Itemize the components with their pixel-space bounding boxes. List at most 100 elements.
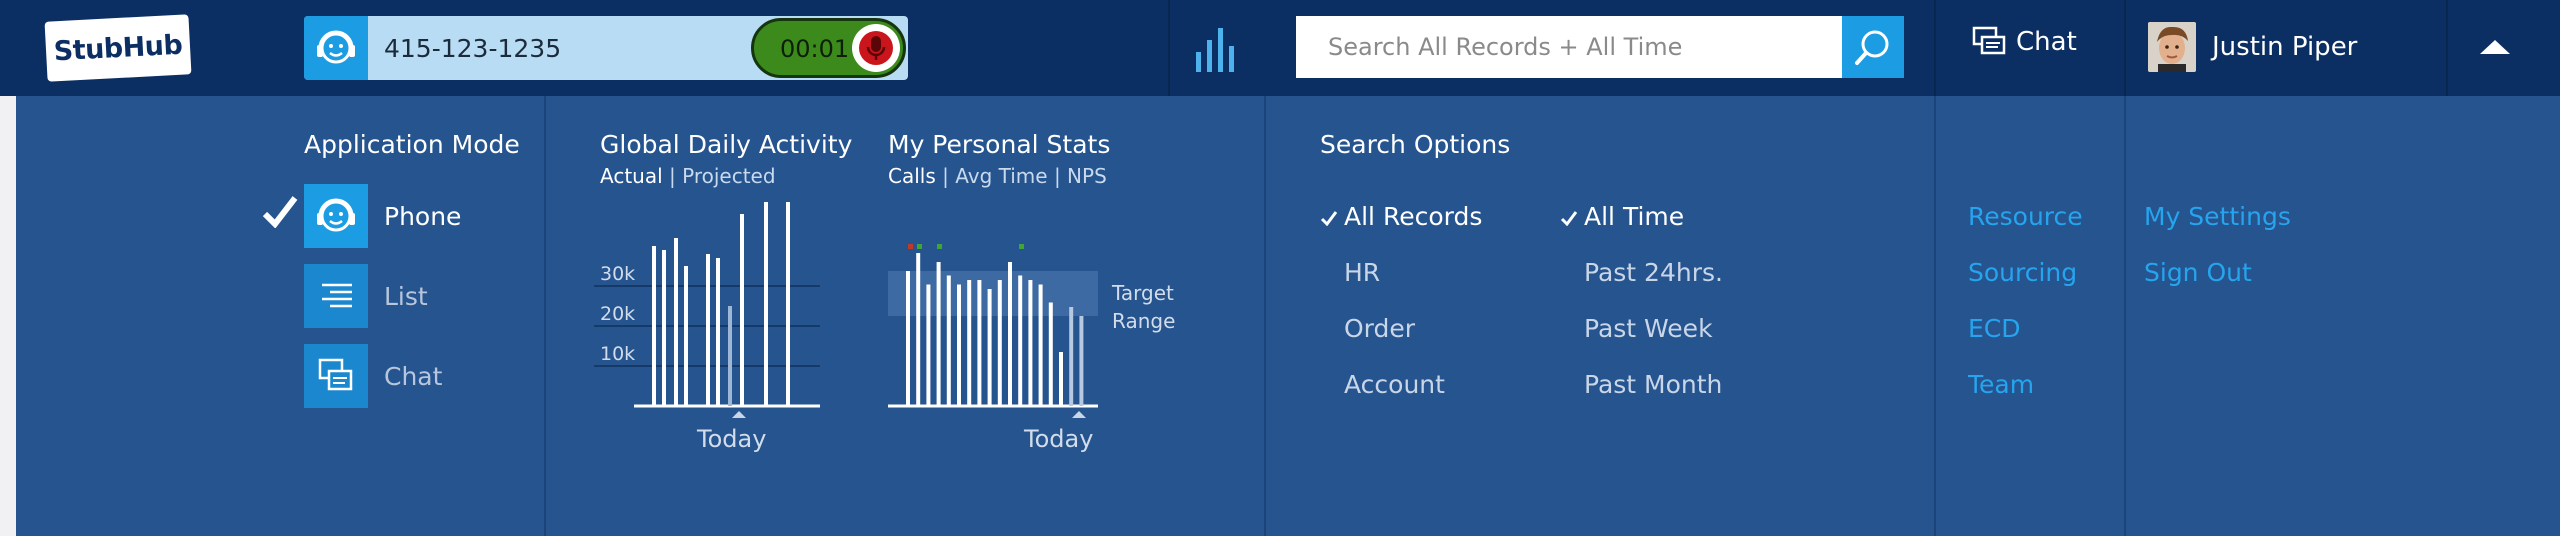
option-all-time[interactable]: All Time [1584,202,1684,231]
check-icon [262,196,298,228]
chat-icon [1972,26,2006,55]
bar [716,258,720,406]
dropdown-panel [16,96,2560,536]
global-activity-title: Global Daily Activity [600,130,853,159]
list-icon [322,283,352,308]
link-sign-out[interactable]: Sign Out [2144,258,2252,287]
option-order[interactable]: Order [1344,314,1415,343]
bar [684,266,688,406]
global-activity-subtitle: Actual | Projected [600,164,776,188]
bar [987,289,992,406]
search-box [1296,16,1842,78]
option-hr[interactable]: HR [1344,258,1380,287]
search-button[interactable] [1842,16,1904,78]
bar [936,262,941,406]
bar [1018,275,1023,406]
bar [652,246,656,406]
chat-icon [318,358,353,391]
bar [926,284,931,406]
bar [916,253,921,406]
call-timer: 00:01 [751,18,906,78]
bar [728,306,732,406]
panel-divider [2124,96,2126,536]
nps-indicator [937,244,942,249]
search-options-title: Search Options [1320,130,1511,159]
app-mode-title: Application Mode [304,130,520,159]
y-tick-label: 20k [600,303,635,325]
sub-separator: | [669,164,676,188]
mode-phone-label[interactable]: Phone [384,202,461,231]
bar [946,275,951,406]
sub-actual[interactable]: Actual [600,164,663,188]
bar [674,238,678,406]
header-divider [2124,0,2126,96]
y-tick-label: 10k [600,343,635,365]
search-input[interactable] [1296,16,1840,78]
sub-calls[interactable]: Calls [888,164,936,188]
headset-icon[interactable] [304,16,368,80]
call-timer-text: 00:01 [780,35,850,63]
header-divider [1168,0,1170,96]
chat-button[interactable]: Chat [1972,26,2077,58]
target-range-label: Target [1111,281,1174,305]
sub-projected[interactable]: Projected [682,164,775,188]
link-sourcing[interactable]: Sourcing [1968,258,2077,287]
bar [997,280,1002,406]
user-name: Justin Piper [2212,32,2358,62]
option-past-week[interactable]: Past Week [1584,314,1713,343]
personal-stats-subtitle: Calls | Avg Time | NPS [888,164,1107,188]
bar [1038,284,1043,406]
mode-chat-button[interactable] [304,344,368,408]
check-icon [1560,211,1578,226]
search-icon [1855,30,1889,65]
chat-label: Chat [2016,27,2077,57]
bar [957,284,961,406]
mode-phone-button[interactable] [304,184,368,248]
collapse-arrow-icon[interactable] [2480,40,2510,54]
nps-indicator [917,244,922,249]
option-all-records[interactable]: All Records [1344,202,1482,231]
bar [740,214,744,406]
mode-list-label[interactable]: List [384,282,428,311]
stats-icon[interactable] [1194,26,1238,76]
bar [786,202,790,406]
call-bar: 415-123-1235 00:01 [304,16,908,80]
link-ecd[interactable]: ECD [1968,314,2021,343]
check-icon [1320,211,1338,226]
personal-stats-chart: Today Target Range [888,244,1175,453]
bar [662,250,666,406]
option-past-month[interactable]: Past Month [1584,370,1722,399]
panel-divider [1934,96,1936,536]
bar [706,254,710,406]
bar [1008,262,1012,406]
link-my-settings[interactable]: My Settings [2144,202,2291,231]
today-marker [732,411,746,418]
option-past-24hrs[interactable]: Past 24hrs. [1584,258,1723,287]
sub-separator: | [1053,164,1061,188]
sub-separator: | [942,164,949,188]
mode-list-button[interactable] [304,264,368,328]
call-number: 415-123-1235 [384,34,562,63]
sub-nps[interactable]: NPS [1067,164,1107,188]
headset-icon [317,198,355,232]
bar [1048,302,1053,406]
bar [906,271,910,406]
x-axis-label: Today [696,425,766,453]
avatar [2148,22,2196,72]
today-marker [1072,411,1086,418]
y-tick-label: 30k [600,263,635,285]
link-resource[interactable]: Resource [1968,202,2083,231]
microphone-icon[interactable] [852,24,900,72]
target-range-label: Range [1112,309,1175,333]
global-activity-chart: 10k 20k 30k Today [594,202,820,453]
bar [967,280,972,406]
bar [1079,316,1084,406]
sub-avg-time[interactable]: Avg Time [955,164,1047,188]
option-account[interactable]: Account [1344,370,1445,399]
bar [1028,280,1033,406]
link-team[interactable]: Team [1968,370,2034,399]
stubhub-logo[interactable]: StubHub [44,14,192,82]
mode-chat-label[interactable]: Chat [384,362,442,391]
user-menu[interactable]: Justin Piper [2148,22,2357,72]
panel-divider [544,96,546,536]
